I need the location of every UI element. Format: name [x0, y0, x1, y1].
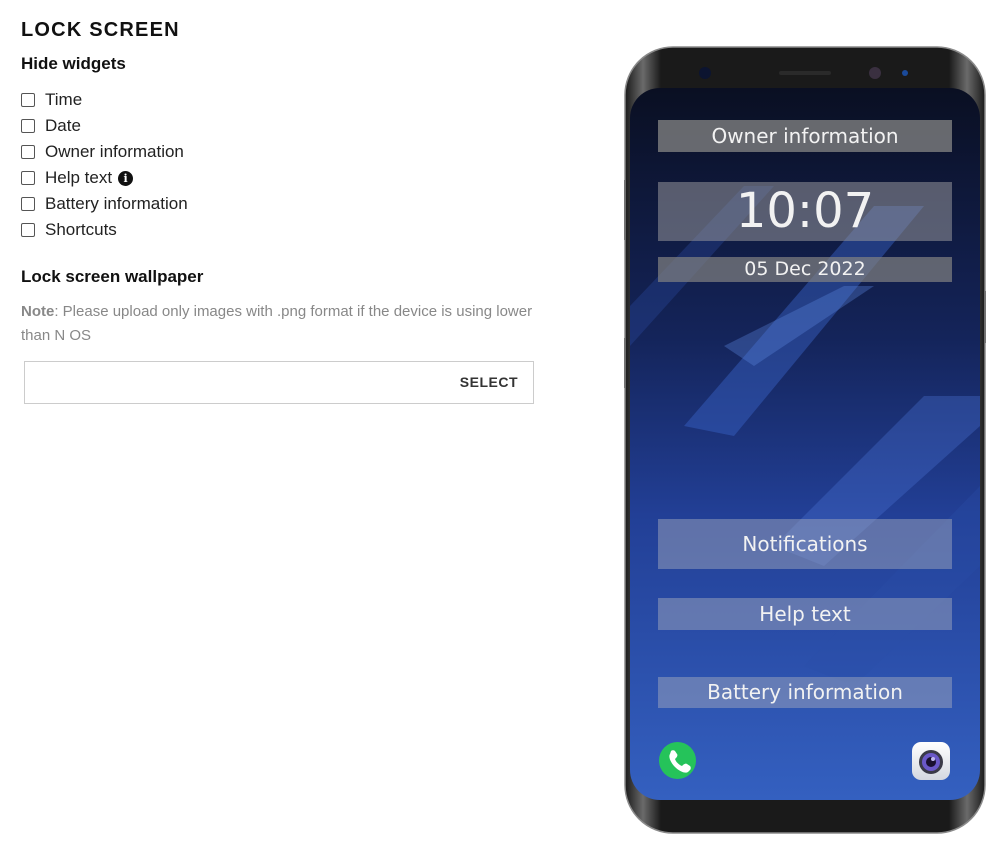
checkbox-box[interactable]: [21, 93, 35, 107]
checkbox-box[interactable]: [21, 119, 35, 133]
checkbox-label: Time: [45, 90, 83, 109]
section-title: LOCK SCREEN: [21, 19, 180, 41]
hide-widgets-list: Time Date Owner information Help text i …: [21, 87, 188, 243]
checkbox-shortcuts[interactable]: Shortcuts: [21, 217, 188, 243]
checkbox-label: Owner information: [45, 142, 184, 161]
note-label: Note: [21, 303, 55, 320]
checkbox-box[interactable]: [21, 145, 35, 159]
checkbox-box[interactable]: [21, 171, 35, 185]
checkbox-label: Date: [45, 116, 81, 135]
hide-widgets-heading: Hide widgets: [21, 54, 126, 73]
wallpaper-note: Note: Please upload only images with .pn…: [21, 300, 541, 348]
checkbox-label: Help text: [45, 168, 113, 187]
checkbox-battery-information[interactable]: Battery information: [21, 191, 188, 217]
checkbox-time[interactable]: Time: [21, 87, 188, 113]
select-button[interactable]: SELECT: [460, 362, 518, 403]
checkbox-box[interactable]: [21, 223, 35, 237]
preview-date: 05 Dec 2022: [658, 257, 952, 282]
checkbox-label: Shortcuts: [45, 220, 117, 239]
checkbox-help-text[interactable]: Help text i: [21, 165, 188, 191]
preview-battery-information: Battery information: [658, 677, 952, 708]
wallpaper-heading: Lock screen wallpaper: [21, 267, 204, 286]
checkbox-box[interactable]: [21, 197, 35, 211]
phone-frame: [624, 46, 986, 834]
preview-owner-information: Owner information: [658, 120, 952, 152]
preview-help-text: Help text: [658, 598, 952, 630]
checkbox-date[interactable]: Date: [21, 113, 188, 139]
info-icon[interactable]: i: [118, 170, 134, 186]
note-text: : Please upload only images with .png fo…: [21, 303, 533, 344]
preview-notifications: Notifications: [658, 519, 952, 569]
checkbox-label: Battery information: [45, 194, 188, 213]
phone-preview: Owner information 10:07 05 Dec 2022 Noti…: [624, 46, 986, 834]
wallpaper-upload-field: SELECT: [24, 361, 534, 404]
preview-time: 10:07: [658, 182, 952, 241]
wallpaper-file-input[interactable]: [25, 362, 465, 403]
checkbox-owner-information[interactable]: Owner information: [21, 139, 188, 165]
phone-icon[interactable]: [659, 742, 696, 779]
camera-icon[interactable]: [912, 742, 950, 780]
